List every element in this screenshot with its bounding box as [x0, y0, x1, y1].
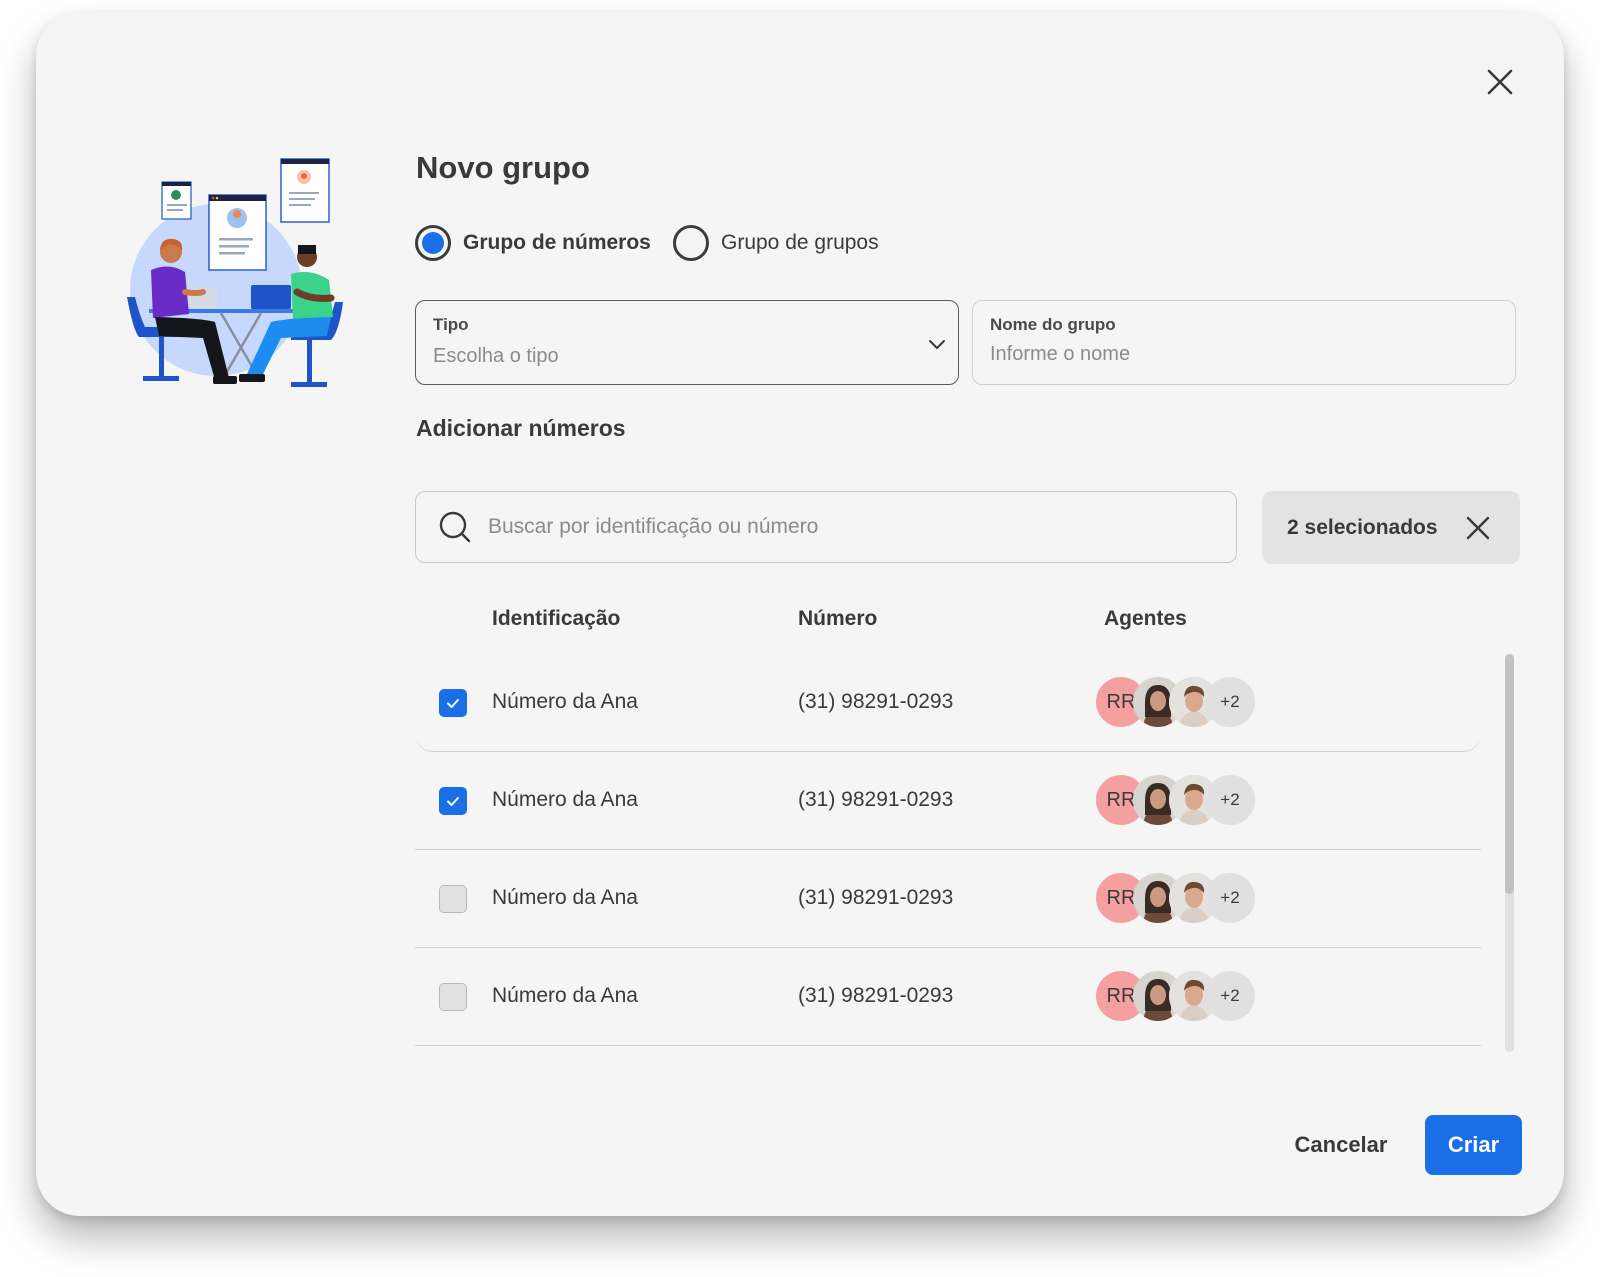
row-number: (31) 98291-0293 [798, 690, 954, 713]
column-header-numero: Número [798, 607, 878, 630]
scrollbar-thumb[interactable] [1505, 654, 1514, 894]
radio-label: Grupo de grupos [721, 231, 879, 254]
radio-selected-dot [422, 232, 444, 254]
close-icon[interactable] [1464, 514, 1492, 542]
row-checkbox[interactable] [439, 983, 467, 1011]
table-row[interactable]: Número da Ana (31) 98291-0293 RR +2 [415, 850, 1481, 948]
radio-label: Grupo de números [463, 231, 651, 254]
row-identification: Número da Ana [492, 788, 638, 811]
nome-do-grupo-input[interactable] [990, 343, 1498, 366]
add-numbers-title: Adicionar números [416, 415, 626, 441]
avatar-more-count: +2 [1205, 971, 1255, 1021]
avatar-more-count: +2 [1205, 873, 1255, 923]
radio-circle [415, 225, 451, 261]
search-box [415, 491, 1237, 563]
search-icon [439, 511, 471, 543]
row-identification: Número da Ana [492, 984, 638, 1007]
row-checkbox[interactable] [439, 689, 467, 717]
cancel-button[interactable]: Cancelar [1281, 1115, 1401, 1175]
radio-grupo-de-grupos[interactable]: Grupo de grupos [673, 225, 879, 261]
agents-avatar-group[interactable]: RR +2 [1096, 873, 1266, 923]
dialog-title: Novo grupo [416, 150, 590, 185]
row-number: (31) 98291-0293 [798, 984, 954, 1007]
row-identification: Número da Ana [492, 690, 638, 713]
radio-grupo-de-numeros[interactable]: Grupo de números [415, 225, 651, 261]
close-button[interactable] [1480, 62, 1520, 102]
row-number: (31) 98291-0293 [798, 886, 954, 909]
selected-count-chip: 2 selecionados [1262, 491, 1520, 564]
row-checkbox[interactable] [439, 787, 467, 815]
radio-circle [673, 225, 709, 261]
chevron-down-icon [929, 340, 945, 349]
check-icon [447, 699, 459, 708]
create-button[interactable]: Criar [1425, 1115, 1522, 1175]
avatar-more-count: +2 [1205, 775, 1255, 825]
nome-do-grupo-field: Nome do grupo [972, 300, 1516, 385]
new-group-dialog: Novo grupo Grupo de números Grupo de gru… [36, 12, 1564, 1216]
column-header-identificacao: Identificação [492, 607, 621, 630]
search-input[interactable] [488, 515, 1236, 539]
close-icon [1487, 69, 1513, 95]
table-scrollbar[interactable] [1505, 654, 1514, 1052]
agents-avatar-group[interactable]: RR +2 [1096, 677, 1266, 727]
tipo-placeholder: Escolha o tipo [433, 345, 559, 367]
tipo-select[interactable]: Tipo Escolha o tipo [415, 300, 959, 385]
agents-avatar-group[interactable]: RR +2 [1096, 775, 1266, 825]
row-identification: Número da Ana [492, 886, 638, 909]
table-row[interactable]: Número da Ana (31) 98291-0293 RR +2 [415, 654, 1481, 752]
table-row[interactable]: Número da Ana (31) 98291-0293 RR +2 [415, 948, 1481, 1046]
row-checkbox[interactable] [439, 885, 467, 913]
nome-do-grupo-label: Nome do grupo [990, 315, 1116, 334]
row-number: (31) 98291-0293 [798, 788, 954, 811]
numbers-table: Número da Ana (31) 98291-0293 RR +2 Núme… [415, 654, 1481, 1052]
avatar-more-count: +2 [1205, 677, 1255, 727]
check-icon [447, 797, 459, 806]
selected-count-label: 2 selecionados [1287, 515, 1438, 539]
team-working-illustration [111, 142, 366, 412]
table-row[interactable]: Número da Ana (31) 98291-0293 RR +2 [415, 752, 1481, 850]
tipo-label: Tipo [433, 315, 469, 334]
column-header-agentes: Agentes [1104, 607, 1187, 630]
agents-avatar-group[interactable]: RR +2 [1096, 971, 1266, 1021]
